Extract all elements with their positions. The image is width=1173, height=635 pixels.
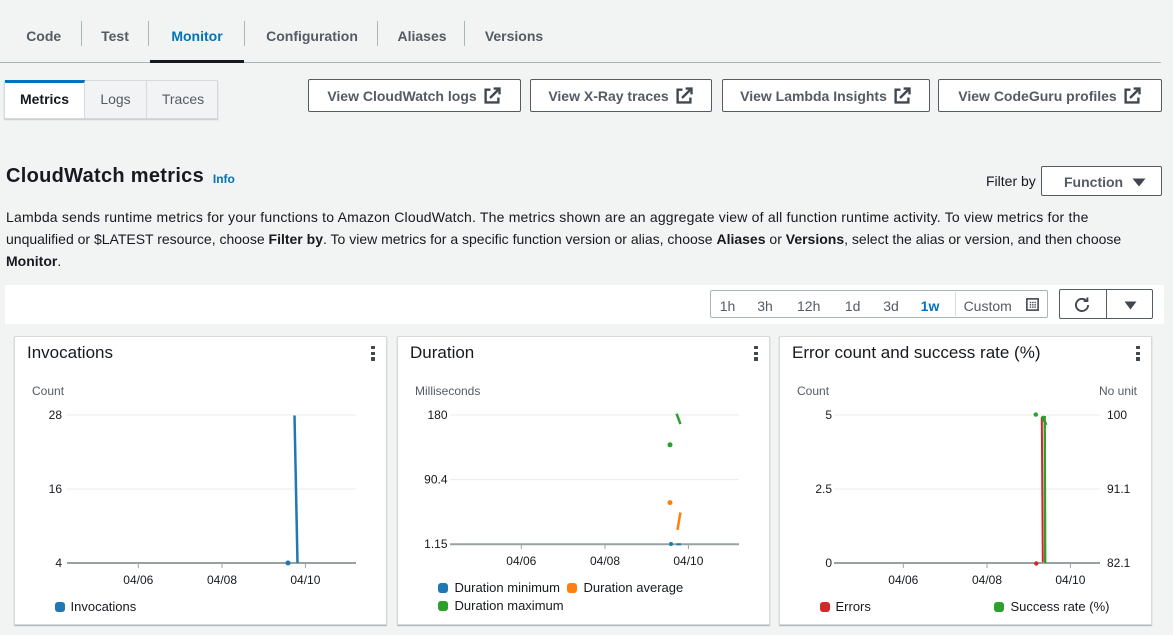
- svg-text:04/08: 04/08: [590, 554, 620, 568]
- svg-text:0: 0: [825, 556, 832, 570]
- svg-text:04/06: 04/06: [888, 573, 918, 587]
- svg-text:04/06: 04/06: [123, 573, 153, 587]
- svg-text:5: 5: [825, 408, 832, 422]
- svg-text:Count: Count: [32, 384, 65, 398]
- svg-text:04/10: 04/10: [1055, 573, 1085, 587]
- svg-text:4: 4: [55, 556, 62, 570]
- svg-text:2.5: 2.5: [815, 482, 832, 496]
- svg-text:04/06: 04/06: [506, 554, 536, 568]
- svg-text:Count: Count: [797, 384, 830, 398]
- svg-text:Milliseconds: Milliseconds: [415, 384, 480, 398]
- svg-text:82.1: 82.1: [1107, 556, 1131, 570]
- svg-text:04/08: 04/08: [207, 573, 237, 587]
- svg-text:90.4: 90.4: [424, 473, 448, 487]
- svg-text:No unit: No unit: [1099, 384, 1138, 398]
- svg-text:16: 16: [49, 482, 63, 496]
- svg-text:04/10: 04/10: [290, 573, 320, 587]
- svg-text:04/08: 04/08: [972, 573, 1002, 587]
- svg-text:100: 100: [1107, 408, 1127, 422]
- svg-text:28: 28: [49, 408, 63, 422]
- svg-text:1.15: 1.15: [424, 537, 448, 551]
- svg-text:04/10: 04/10: [673, 554, 703, 568]
- svg-text:180: 180: [427, 408, 447, 422]
- svg-text:91.1: 91.1: [1107, 482, 1131, 496]
